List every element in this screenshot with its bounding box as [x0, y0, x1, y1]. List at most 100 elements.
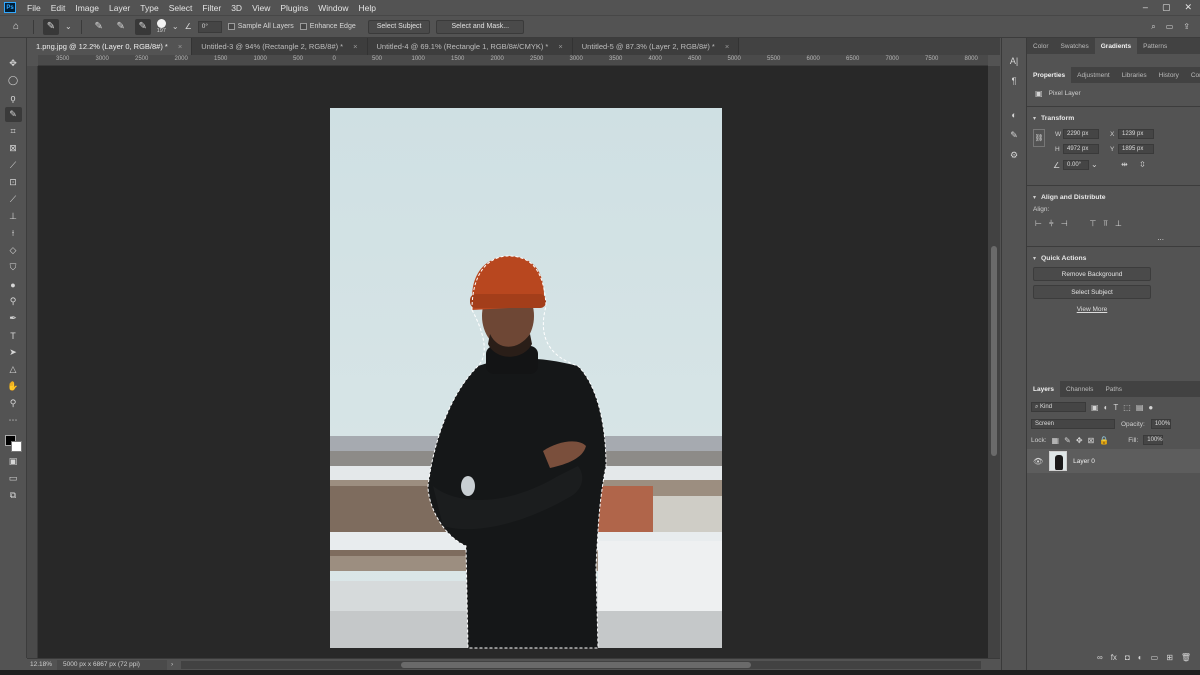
- screen-mode-icon[interactable]: ▭: [5, 471, 22, 486]
- filter-toggle-icon[interactable]: ●: [1148, 403, 1153, 412]
- menu-3d[interactable]: 3D: [226, 3, 247, 13]
- share-icon[interactable]: ⧉: [5, 488, 22, 503]
- move-tool-icon[interactable]: ✥: [5, 56, 22, 71]
- angle-input[interactable]: 0.00°: [1063, 160, 1089, 170]
- quick-selection-preset-icon[interactable]: ✎: [43, 18, 59, 35]
- tab-document-2[interactable]: Untitled-3 @ 94% (Rectangle 2, RGB/8#) *…: [192, 38, 368, 55]
- width-input[interactable]: 2290 px: [1063, 129, 1099, 139]
- new-layer-icon[interactable]: ⊞: [1166, 653, 1173, 662]
- kind-filter[interactable]: ⌕ Kind: [1031, 402, 1086, 412]
- layer-row[interactable]: 👁 Layer 0: [1027, 449, 1200, 473]
- menu-select[interactable]: Select: [164, 3, 198, 13]
- transform-section-header[interactable]: ▾ Transform: [1027, 111, 1200, 125]
- tab-paths[interactable]: Paths: [1099, 381, 1128, 397]
- eyedropper-tool-icon[interactable]: ⟋: [5, 158, 22, 173]
- canvas-area[interactable]: [38, 66, 988, 658]
- menu-plugins[interactable]: Plugins: [275, 3, 313, 13]
- add-to-selection-icon[interactable]: ✎: [113, 19, 129, 35]
- eraser-tool-icon[interactable]: ◇: [5, 243, 22, 258]
- document-image[interactable]: [38, 66, 988, 658]
- tab-history[interactable]: History: [1153, 67, 1185, 83]
- scrollbar-thumb[interactable]: [401, 661, 752, 668]
- flip-horizontal-icon[interactable]: ⇹: [1121, 160, 1128, 169]
- tab-document-1[interactable]: 1.png.jpg @ 12.2% (Layer 0, RGB/8#) * ×: [27, 38, 193, 55]
- menu-view[interactable]: View: [247, 3, 275, 13]
- close-icon[interactable]: ×: [725, 42, 729, 51]
- share-icon[interactable]: ⇪: [1183, 22, 1190, 32]
- menu-help[interactable]: Help: [353, 3, 380, 13]
- align-right-icon[interactable]: ⊣: [1061, 219, 1068, 229]
- menu-type[interactable]: Type: [135, 3, 163, 13]
- tab-adjustment[interactable]: Adjustment: [1071, 67, 1116, 83]
- character-panel-icon[interactable]: A|: [1006, 53, 1022, 69]
- pen-tool-icon[interactable]: ✒: [5, 311, 22, 326]
- select-subject-button[interactable]: Select Subject: [1033, 285, 1151, 299]
- clone-stamp-tool-icon[interactable]: ⊥: [5, 209, 22, 224]
- chevron-down-icon[interactable]: ⌄: [65, 22, 72, 31]
- filter-adjustment-icon[interactable]: ◐: [1104, 403, 1109, 412]
- fill-input[interactable]: 100%: [1143, 435, 1164, 445]
- shape-tool-icon[interactable]: △: [5, 362, 22, 377]
- tool-presets-icon[interactable]: ⚙: [1006, 147, 1022, 163]
- lock-all-icon[interactable]: 🔒: [1099, 436, 1109, 445]
- add-mask-icon[interactable]: ◘: [1125, 653, 1130, 662]
- link-layers-icon[interactable]: ∞: [1097, 653, 1103, 662]
- menu-layer[interactable]: Layer: [104, 3, 135, 13]
- tab-document-3[interactable]: Untitled-4 @ 69.1% (Rectangle 1, RGB/8#/…: [367, 38, 573, 55]
- tab-patterns[interactable]: Patterns: [1137, 38, 1173, 54]
- tab-channels[interactable]: Channels: [1060, 381, 1099, 397]
- y-input[interactable]: 1895 px: [1118, 144, 1154, 154]
- scrollbar-thumb[interactable]: [991, 246, 997, 456]
- sample-all-layers-checkbox[interactable]: Sample All Layers: [227, 23, 294, 30]
- dodge-tool-icon[interactable]: ⚲: [5, 294, 22, 309]
- paint-bucket-tool-icon[interactable]: ⛉: [5, 260, 22, 275]
- view-more-link[interactable]: View More: [1033, 303, 1151, 313]
- tab-swatches[interactable]: Swatches: [1055, 38, 1095, 54]
- crop-tool-icon[interactable]: ⌗: [5, 124, 22, 139]
- align-section-header[interactable]: ▾ Align and Distribute: [1027, 190, 1200, 204]
- flip-vertical-icon[interactable]: ⇳: [1139, 160, 1146, 169]
- adjustments-panel-icon[interactable]: ◐: [1006, 107, 1022, 123]
- delete-layer-icon[interactable]: 🗑: [1181, 653, 1191, 662]
- path-selection-tool-icon[interactable]: ➤: [5, 345, 22, 360]
- close-icon[interactable]: ×: [178, 42, 182, 51]
- maximize-icon[interactable]: ▢: [1162, 2, 1171, 13]
- more-tools-icon[interactable]: ⋯: [5, 413, 22, 428]
- eye-icon[interactable]: 👁: [1033, 457, 1043, 466]
- chevron-down-icon[interactable]: ⌄: [1091, 160, 1098, 169]
- filter-type-icon[interactable]: T: [1113, 403, 1118, 412]
- chevron-down-icon[interactable]: ▾: [1033, 194, 1036, 201]
- vertical-scrollbar[interactable]: [988, 66, 1000, 658]
- tab-properties[interactable]: Properties: [1027, 67, 1072, 83]
- home-icon[interactable]: ⌂: [8, 19, 24, 35]
- link-icon[interactable]: ⛓: [1033, 129, 1045, 147]
- new-group-icon[interactable]: ▭: [1151, 653, 1159, 662]
- workspace-icon[interactable]: ▭: [1166, 22, 1174, 32]
- tab-color[interactable]: Color: [1027, 38, 1055, 54]
- background-color[interactable]: [11, 441, 22, 452]
- tab-layers[interactable]: Layers: [1027, 381, 1060, 397]
- checkbox-box[interactable]: [227, 23, 235, 30]
- filter-shape-icon[interactable]: ⬚: [1123, 403, 1131, 412]
- menu-filter[interactable]: Filter: [197, 3, 226, 13]
- align-middle-icon[interactable]: ⫪: [1104, 219, 1109, 229]
- minimize-icon[interactable]: –: [1143, 2, 1148, 13]
- healing-brush-tool-icon[interactable]: ⊡: [5, 175, 22, 190]
- search-icon[interactable]: ⌕: [1151, 22, 1155, 32]
- align-more[interactable]: ...: [1033, 233, 1194, 242]
- hand-tool-icon[interactable]: ✋: [5, 379, 22, 394]
- frame-tool-icon[interactable]: ⊠: [5, 141, 22, 156]
- angle-input[interactable]: 0°: [197, 20, 222, 33]
- type-tool-icon[interactable]: T: [5, 328, 22, 343]
- filter-smart-object-icon[interactable]: ▤: [1136, 403, 1144, 412]
- menu-edit[interactable]: Edit: [46, 3, 71, 13]
- lasso-tool-icon[interactable]: ϙ: [5, 90, 22, 105]
- height-input[interactable]: 4972 px: [1063, 144, 1099, 154]
- menu-file[interactable]: File: [22, 3, 46, 13]
- select-subject-button[interactable]: Select Subject: [367, 19, 431, 34]
- x-input[interactable]: 1239 px: [1118, 129, 1154, 139]
- brush-settings-icon[interactable]: ✎: [1006, 127, 1022, 143]
- tab-gradients[interactable]: Gradients: [1094, 38, 1138, 54]
- lock-position-icon[interactable]: ✥: [1076, 436, 1083, 445]
- quick-actions-section-header[interactable]: ▾ Quick Actions: [1027, 251, 1200, 265]
